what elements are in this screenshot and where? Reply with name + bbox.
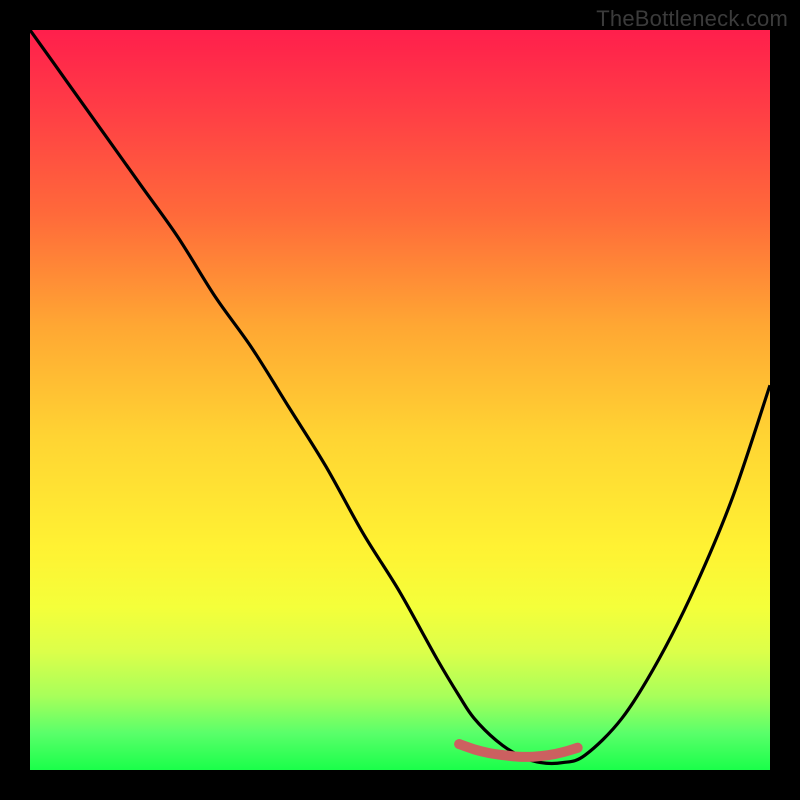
watermark-text: TheBottleneck.com [596,6,788,32]
optimal-zone-dot-start [454,739,464,749]
bottleneck-curve [30,30,770,764]
optimal-zone-dot-end [573,743,583,753]
optimal-zone-marker [459,744,577,757]
plot-area [30,30,770,770]
chart-frame: TheBottleneck.com [0,0,800,800]
chart-svg [30,30,770,770]
